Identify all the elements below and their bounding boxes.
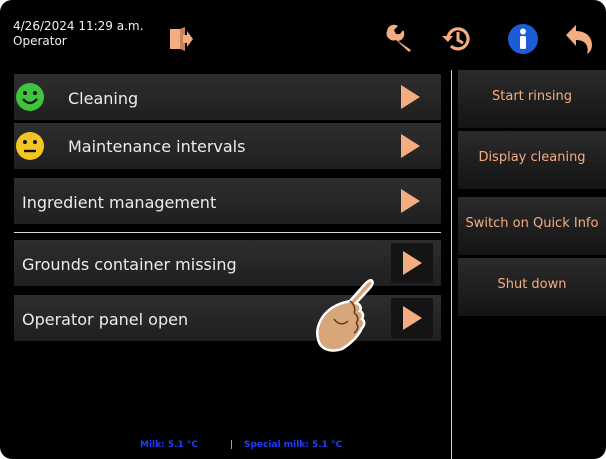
arrow-right-icon[interactable]: [393, 184, 427, 218]
message-label: Operator panel open: [22, 310, 189, 329]
back-icon[interactable]: [562, 22, 596, 56]
logout-icon[interactable]: [163, 22, 197, 56]
message-label: Grounds container missing: [22, 255, 237, 274]
datetime: 4/26/2024 11:29 a.m.: [13, 19, 144, 33]
smiley-happy-icon: [16, 83, 44, 111]
menu-item-label: Cleaning: [68, 89, 139, 108]
button-label: Shut down: [497, 277, 567, 292]
button-label: Start rinsing: [492, 89, 572, 104]
special-milk-temperature: Special milk: 5.1 °C: [244, 440, 343, 450]
message-operator-panel-open[interactable]: Operator panel open: [14, 295, 441, 341]
quick-info-button[interactable]: Switch on Quick Info: [458, 197, 606, 255]
pointing-hand-icon: [316, 279, 374, 352]
menu-item-label: Maintenance intervals: [68, 137, 246, 156]
milk-temperature: Milk: 5.1 °C: [140, 440, 199, 450]
column-divider: [451, 70, 452, 459]
divider: [14, 232, 441, 233]
display-cleaning-button[interactable]: Display cleaning: [458, 131, 606, 189]
menu-item-label: Ingredient management: [22, 193, 217, 212]
start-rinsing-button[interactable]: Start rinsing: [458, 70, 606, 128]
menu-item-cleaning[interactable]: Cleaning: [14, 74, 441, 120]
button-label: Display cleaning: [478, 150, 586, 165]
button-label: Switch on Quick Info: [465, 216, 599, 231]
message-grounds-container-missing[interactable]: Grounds container missing: [14, 240, 441, 286]
arrow-right-icon[interactable]: [391, 298, 433, 338]
menu-item-maintenance-intervals[interactable]: Maintenance intervals: [14, 123, 441, 169]
arrow-right-icon[interactable]: [393, 129, 427, 163]
datetime-block: 4/26/2024 11:29 a.m. Operator: [13, 19, 143, 49]
shut-down-button[interactable]: Shut down: [458, 258, 606, 316]
info-icon[interactable]: [506, 22, 540, 56]
history-icon[interactable]: [440, 22, 474, 56]
arrow-right-icon[interactable]: [391, 243, 433, 283]
menu-item-ingredient-management[interactable]: Ingredient management: [14, 178, 441, 224]
smiley-neutral-icon: [16, 132, 44, 160]
arrow-right-icon[interactable]: [393, 80, 427, 114]
device-screen: 4/26/2024 11:29 a.m. Operator Cleaning M…: [0, 0, 606, 459]
status-separator: |: [230, 440, 234, 450]
wrench-icon[interactable]: [383, 22, 417, 56]
user-role: Operator: [13, 34, 67, 48]
